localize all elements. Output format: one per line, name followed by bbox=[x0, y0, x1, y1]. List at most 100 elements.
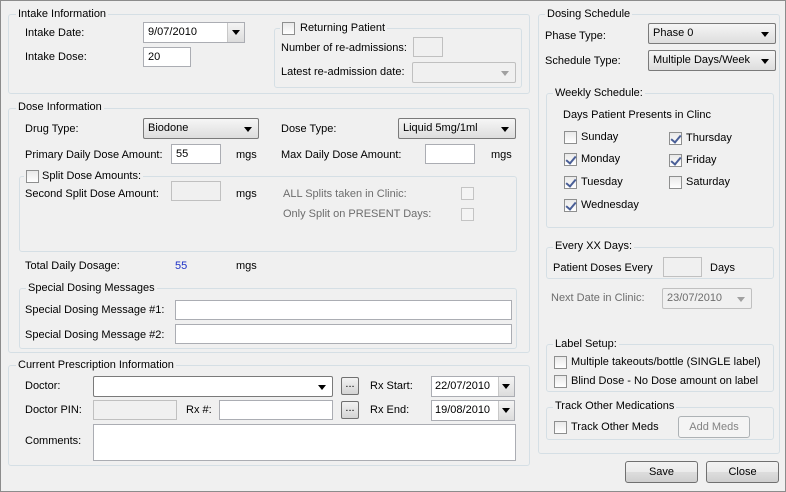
wednesday-checkbox[interactable] bbox=[564, 199, 577, 212]
next-date-picker[interactable]: 23/07/2010 bbox=[662, 288, 752, 309]
blind-dose-checkbox[interactable] bbox=[554, 375, 567, 388]
blind-dose-label: Blind Dose - No Dose amount on label bbox=[571, 375, 759, 387]
dose-type-label: Dose Type: bbox=[281, 123, 337, 135]
latest-readmission-label: Latest re-admission date: bbox=[281, 66, 405, 78]
intake-date-value: 9/07/2010 bbox=[148, 26, 197, 38]
all-splits-checkbox[interactable] bbox=[461, 187, 474, 200]
comments-textarea[interactable] bbox=[93, 424, 516, 461]
multiple-takeouts-checkbox[interactable] bbox=[554, 356, 567, 369]
doctor-label: Doctor: bbox=[25, 380, 61, 392]
prescription-group-title: Current Prescription Information bbox=[16, 359, 176, 372]
chevron-down-icon bbox=[318, 385, 326, 390]
wednesday-label: Wednesday bbox=[581, 199, 639, 211]
dose-type-select[interactable]: Liquid 5mg/1ml bbox=[398, 118, 516, 139]
total-dosage-label: Total Daily Dosage: bbox=[25, 260, 120, 272]
second-split-input[interactable] bbox=[171, 181, 221, 201]
intake-date-label: Intake Date: bbox=[25, 27, 85, 39]
split-dose-checkbox[interactable] bbox=[26, 170, 39, 183]
chevron-down-icon bbox=[737, 297, 745, 302]
special-msg1-input[interactable] bbox=[175, 300, 512, 320]
readmissions-label: Number of re-admissions: bbox=[281, 42, 407, 54]
schedule-type-select[interactable]: Multiple Days/Week bbox=[648, 50, 776, 71]
special-msg1-label: Special Dosing Message #1: bbox=[25, 304, 165, 316]
doctor-select[interactable] bbox=[93, 376, 333, 397]
total-dosage-unit: mgs bbox=[236, 260, 257, 272]
tuesday-label: Tuesday bbox=[581, 176, 623, 188]
max-dose-unit: mgs bbox=[491, 149, 512, 161]
only-split-label: Only Split on PRESENT Days: bbox=[283, 208, 432, 220]
monday-label: Monday bbox=[581, 153, 621, 165]
patient-doses-every-label: Patient Doses Every bbox=[553, 262, 653, 274]
track-other-meds-label: Track Other Meds bbox=[571, 421, 659, 433]
doctor-pin-label: Doctor PIN: bbox=[25, 404, 82, 416]
close-button[interactable]: Close bbox=[706, 461, 779, 483]
chevron-down-icon bbox=[761, 32, 769, 37]
returning-patient-label: Returning Patient bbox=[280, 22, 387, 35]
rx-number-browse-button[interactable]: ... bbox=[341, 401, 359, 419]
max-dose-input[interactable] bbox=[425, 144, 475, 164]
rx-start-label: Rx Start: bbox=[370, 380, 413, 392]
drug-type-value: Biodone bbox=[148, 122, 189, 134]
latest-readmission-picker[interactable] bbox=[412, 62, 516, 83]
chevron-down-icon bbox=[501, 71, 509, 76]
doctor-browse-button[interactable]: ... bbox=[341, 377, 359, 395]
dosing-schedule-title: Dosing Schedule bbox=[545, 8, 633, 21]
next-date-value: 23/07/2010 bbox=[667, 292, 723, 304]
second-split-label: Second Split Dose Amount: bbox=[25, 188, 159, 200]
chevron-down-icon bbox=[761, 59, 769, 64]
rx-start-dropdown-button[interactable] bbox=[498, 377, 514, 396]
intake-dose-input[interactable]: 20 bbox=[143, 47, 191, 67]
patient-doses-every-unit: Days bbox=[710, 262, 736, 274]
intake-dose-value: 20 bbox=[148, 51, 161, 63]
chevron-down-icon bbox=[232, 30, 240, 35]
special-msg2-input[interactable] bbox=[175, 324, 512, 344]
drug-type-select[interactable]: Biodone bbox=[143, 118, 259, 139]
chevron-down-icon bbox=[244, 127, 252, 132]
add-meds-button[interactable]: Add Meds bbox=[678, 416, 750, 438]
readmissions-input[interactable] bbox=[413, 37, 443, 57]
phase-type-label: Phase Type: bbox=[545, 30, 606, 42]
friday-label: Friday bbox=[686, 154, 717, 166]
primary-dose-input[interactable]: 55 bbox=[171, 144, 221, 164]
rx-start-value: 22/07/2010 bbox=[435, 380, 491, 392]
rx-end-dropdown-button[interactable] bbox=[498, 401, 514, 420]
saturday-checkbox[interactable] bbox=[669, 176, 682, 189]
total-dosage-value: 55 bbox=[175, 260, 188, 272]
chevron-down-icon bbox=[501, 127, 509, 132]
dose-info-group-title: Dose Information bbox=[16, 101, 104, 114]
multiple-takeouts-label: Multiple takeouts/bottle (SINGLE label) bbox=[571, 356, 761, 368]
intake-date-dropdown-button[interactable] bbox=[227, 23, 244, 42]
comments-label: Comments: bbox=[25, 435, 82, 447]
save-button[interactable]: Save bbox=[625, 461, 698, 483]
thursday-checkbox[interactable] bbox=[669, 132, 682, 145]
rx-end-label: Rx End: bbox=[370, 404, 410, 416]
drug-type-label: Drug Type: bbox=[25, 123, 79, 135]
primary-dose-value: 55 bbox=[176, 148, 189, 160]
chevron-down-icon bbox=[502, 384, 510, 389]
doctor-pin-input[interactable] bbox=[93, 400, 177, 420]
intake-date-picker[interactable]: 9/07/2010 bbox=[143, 22, 245, 43]
rx-start-picker[interactable]: 22/07/2010 bbox=[431, 376, 515, 397]
thursday-label: Thursday bbox=[686, 132, 732, 144]
dose-type-value: Liquid 5mg/1ml bbox=[403, 122, 478, 134]
split-dose-label: Split Dose Amounts: bbox=[24, 170, 144, 183]
track-other-meds-checkbox[interactable] bbox=[554, 421, 567, 434]
tuesday-checkbox[interactable] bbox=[564, 176, 577, 189]
intake-dose-label: Intake Dose: bbox=[25, 51, 87, 63]
monday-checkbox[interactable] bbox=[564, 153, 577, 166]
saturday-label: Saturday bbox=[686, 176, 731, 188]
schedule-type-label: Schedule Type: bbox=[545, 55, 621, 67]
rx-number-label: Rx #: bbox=[186, 404, 212, 416]
all-splits-label: ALL Splits taken in Clinic: bbox=[283, 188, 407, 200]
sunday-checkbox[interactable] bbox=[564, 131, 577, 144]
next-date-label: Next Date in Clinic: bbox=[551, 292, 645, 304]
rx-end-picker[interactable]: 19/08/2010 bbox=[431, 400, 515, 421]
only-split-checkbox[interactable] bbox=[461, 208, 474, 221]
returning-patient-checkbox[interactable] bbox=[282, 22, 295, 35]
label-setup-title: Label Setup: bbox=[553, 338, 619, 351]
phase-type-select[interactable]: Phase 0 bbox=[648, 23, 776, 44]
rx-number-input[interactable] bbox=[219, 400, 333, 420]
patient-doses-every-input[interactable] bbox=[663, 257, 702, 277]
friday-checkbox[interactable] bbox=[669, 154, 682, 167]
schedule-type-value: Multiple Days/Week bbox=[653, 54, 750, 66]
